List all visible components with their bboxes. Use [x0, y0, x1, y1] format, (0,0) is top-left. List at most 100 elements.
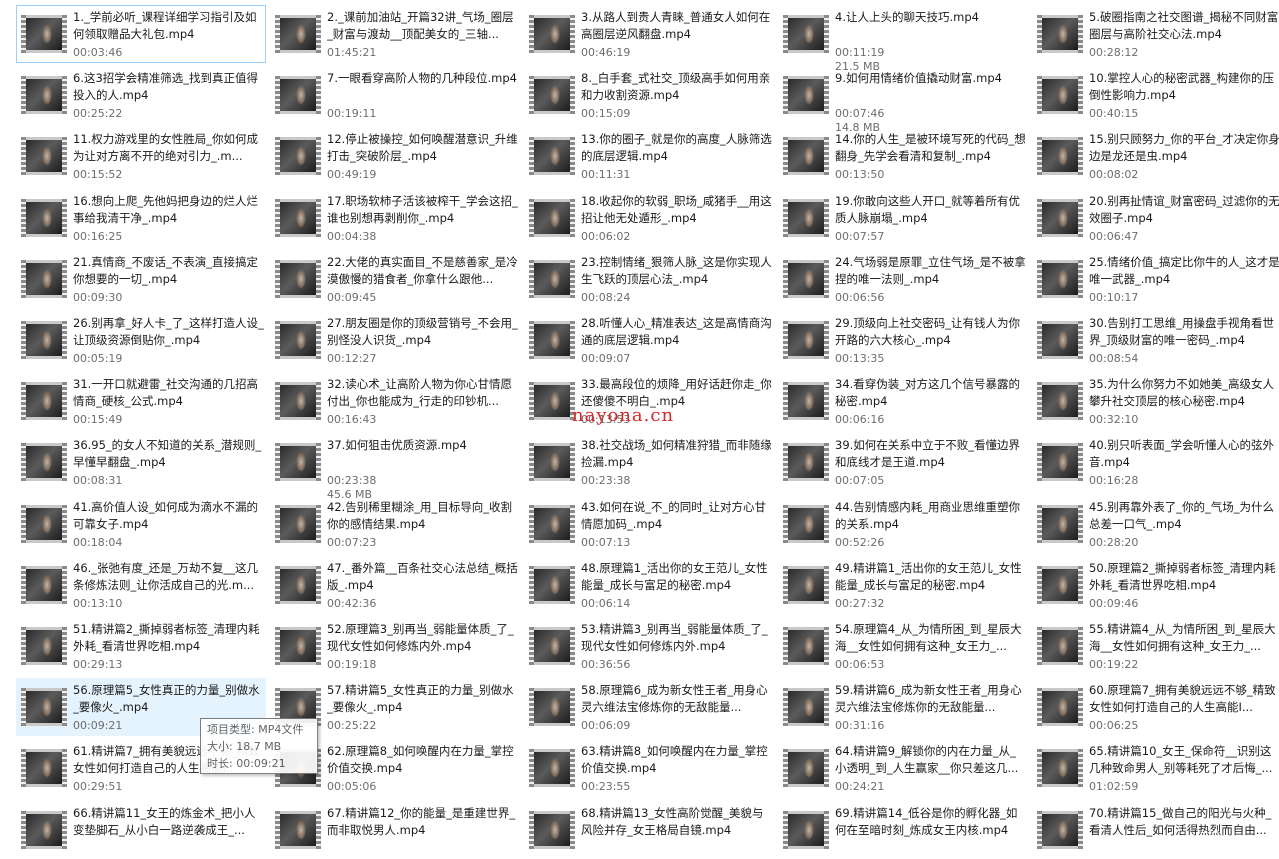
file-item[interactable]: 21.真情商_不废话_不表演_直接搞定你想要的一切_.mp4 00:09:30 — [16, 250, 266, 308]
file-duration: 00:52:26 — [835, 536, 885, 549]
file-duration: 00:08:24 — [581, 291, 631, 304]
video-thumbnail-icon — [783, 382, 829, 420]
file-name: 7.一眼看穿高阶人物的几种段位.mp4 — [327, 71, 517, 85]
file-name: 60.原理篇7_拥有美貌远远不够_精致女性如何打造自己的人生高能I... — [1089, 683, 1276, 714]
file-item[interactable]: 27.朋友圈是你的顶级营销号_不会用_别怪没人识货_.mp4 00:12:27 — [270, 311, 520, 369]
file-item[interactable]: 39.如何在关系中立于不败_看懂边界和底线才是王道.mp4 00:07:05 — [778, 433, 1028, 491]
file-item[interactable]: 36.95_的女人不知道的关系_潜规则_早懂早翻盘_.mp4 00:08:31 — [16, 433, 266, 491]
file-item[interactable]: 44.告别情感内耗_用商业思维重塑你的关系.mp4 00:52:26 — [778, 495, 1028, 553]
file-item[interactable]: 20.别再扯情谊_财富密码_过滤你的无效圈子.mp4 00:06:47 — [1032, 189, 1279, 247]
file-item[interactable]: 66.精讲篇11_女王的炼金术_把小人变垫脚石_从小白一路逆袭成王_... — [16, 801, 266, 859]
file-item[interactable]: 46._张弛有度_还是_万劫不复__这几条修炼法则_让你活成自己的光.m... 0… — [16, 556, 266, 614]
file-item[interactable]: 22.大佬的真实面目_不是慈善家_是冷漠傲慢的猎食者_你拿什么跟他... 00:0… — [270, 250, 520, 308]
video-thumbnail-icon — [21, 505, 67, 543]
file-item[interactable]: 7.一眼看穿高阶人物的几种段位.mp4 00:19:11 — [270, 66, 520, 124]
file-item[interactable]: 45.别再靠外表了_你的_气场_为什么总差一口气_.mp4 00:28:20 — [1032, 495, 1279, 553]
video-thumbnail-icon — [21, 382, 67, 420]
file-duration: 00:27:32 — [835, 597, 885, 610]
file-item[interactable]: 63.精讲篇8_如何唤醒内在力量_掌控价值交换.mp4 00:23:55 — [524, 739, 774, 797]
file-item[interactable]: 11.权力游戏里的女性胜局_你如何成为让对方离不开的绝对引力_.m... 00:1… — [16, 127, 266, 185]
file-item[interactable]: 69.精讲篇14_低谷是你的孵化器_如何在至暗时刻_炼成女王内核.mp4 — [778, 801, 1028, 859]
file-name: 58.原理篇6_成为新女性王者_用身心灵六维法宝修炼你的无敌能量... — [581, 683, 768, 714]
video-thumbnail-icon — [529, 15, 575, 53]
file-item[interactable]: 58.原理篇6_成为新女性王者_用身心灵六维法宝修炼你的无敌能量... 00:06… — [524, 678, 774, 736]
file-item[interactable]: 4.让人上头的聊天技巧.mp4 00:11:19 21.5 MB — [778, 5, 1028, 73]
file-item[interactable]: 52.原理篇3_别再当_弱能量体质_了_现代女性如何修炼内外.mp4 00:19:… — [270, 617, 520, 675]
file-item[interactable]: 55.精讲篇4_从_为情所困_到_星辰大海__女性如何拥有这种_女王力_... 0… — [1032, 617, 1279, 675]
file-item[interactable]: 9.如何用情绪价值撬动财富.mp4 00:07:46 14.8 MB — [778, 66, 1028, 134]
file-duration: 00:36:56 — [581, 658, 631, 671]
video-thumbnail-icon — [275, 811, 321, 849]
file-name: 26.别再拿_好人卡_了_这样打造人设_让顶级资源倒贴你_.mp4 — [73, 316, 264, 347]
file-item[interactable]: 18.收起你的软弱_职场_咸猪手__用这招让他无处遁形_.mp4 00:06:02 — [524, 189, 774, 247]
video-thumbnail-icon — [529, 443, 575, 481]
file-item[interactable]: 24.气场弱是原罪_立住气场_是不被拿捏的唯一法则_.mp4 00:06:56 — [778, 250, 1028, 308]
file-item[interactable]: 42.告别稀里糊涂_用_目标导向_收割你的感情结果.mp4 00:07:23 — [270, 495, 520, 553]
file-item[interactable]: 5.破圈指南之社交图谱_揭秘不同财富圈层与高阶社交心法.mp4 00:28:12 — [1032, 5, 1279, 63]
file-item[interactable]: 54.原理篇4_从_为情所困_到_星辰大海__女性如何拥有这种_女王力_... 0… — [778, 617, 1028, 675]
file-name: 47._番外篇__百条社交心法总结_概括版_.mp4 — [327, 561, 518, 592]
file-duration: 00:07:13 — [581, 536, 631, 549]
file-item[interactable]: 23.控制情绪_狠筛人脉_这是你实现人生飞跃的顶层心法_.mp4 00:08:24 — [524, 250, 774, 308]
file-item[interactable]: 16.想向上爬_先他妈把身边的烂人烂事给我清干净_.mp4 00:16:25 — [16, 189, 266, 247]
file-item[interactable]: 12.停止被操控_如何唤醒潜意识_升维打击_突破阶层_.mp4 00:49:19 — [270, 127, 520, 185]
file-item[interactable]: 67.精讲篇12_你的能量_是重建世界_而非取悦男人.mp4 — [270, 801, 520, 859]
file-item[interactable]: 34.看穿伪装_对方这几个信号暴露的秘密.mp4 00:06:16 — [778, 372, 1028, 430]
file-item[interactable]: 60.原理篇7_拥有美貌远远不够_精致女性如何打造自己的人生高能I... 00:0… — [1032, 678, 1279, 736]
file-item[interactable]: 19.你敢向这些人开口_就等着所有优质人脉崩塌_.mp4 00:07:57 — [778, 189, 1028, 247]
file-item[interactable]: 35.为什么你努力不如她美_高级女人攀升社交顶层的核心秘密.mp4 00:32:1… — [1032, 372, 1279, 430]
file-name: 49.精讲篇1_活出你的女王范儿_女性能量_成长与富足的秘密.mp4 — [835, 561, 1022, 592]
file-name: 16.想向上爬_先他妈把身边的烂人烂事给我清干净_.mp4 — [73, 194, 259, 225]
file-item[interactable]: 49.精讲篇1_活出你的女王范儿_女性能量_成长与富足的秘密.mp4 00:27:… — [778, 556, 1028, 614]
file-item[interactable]: 28.听懂人心_精准表达_这是高情商沟通的底层逻辑.mp4 00:09:07 — [524, 311, 774, 369]
file-item[interactable]: 40.别只听表面_学会听懂人心的弦外音.mp4 00:16:28 — [1032, 433, 1279, 491]
file-item[interactable]: 6.这3招学会精准筛选_找到真正值得投入的人.mp4 00:25:22 — [16, 66, 266, 124]
file-item[interactable]: 32.读心术_让高阶人物为你心甘情愿付出_你也能成为_行走的印钞机... 00:1… — [270, 372, 520, 430]
file-item[interactable]: 1._学前必听_课程详细学习指引及如何领取赠品大礼包.mp4 00:03:46 — [16, 5, 266, 63]
file-name: 43.如何在说_不_的同时_让对方心甘情愿加码_.mp4 — [581, 500, 767, 531]
file-item[interactable]: 70.精讲篇15_做自己的阳光与火种_看清人性后_如何活得热烈而自由... — [1032, 801, 1279, 859]
file-duration: 00:03:46 — [73, 46, 123, 59]
video-thumbnail-icon — [529, 137, 575, 175]
file-duration: 00:06:09 — [581, 719, 631, 732]
file-item[interactable]: 65.精讲篇10_女王_保命符__识别这几种致命男人_别等耗死了才后悔_... 0… — [1032, 739, 1279, 797]
video-thumbnail-icon — [21, 688, 67, 726]
file-item[interactable]: 41.高价值人设_如何成为滴水不漏的可靠女子.mp4 00:18:04 — [16, 495, 266, 553]
file-item[interactable]: 37.如何狙击优质资源.mp4 00:23:38 45.6 MB — [270, 433, 520, 501]
file-item[interactable]: 64.精讲篇9_解锁你的内在力量_从_小透明_到_人生赢家__你只差这几... 0… — [778, 739, 1028, 797]
file-item[interactable]: 30.告别打工思维_用操盘手视角看世界_顶级财富的唯一密码_.mp4 00:08:… — [1032, 311, 1279, 369]
file-item[interactable]: 10.掌控人心的秘密武器_构建你的压倒性影响力.mp4 00:40:15 — [1032, 66, 1279, 124]
file-item[interactable]: 26.别再拿_好人卡_了_这样打造人设_让顶级资源倒贴你_.mp4 00:05:1… — [16, 311, 266, 369]
file-name: 3.从路人到贵人青睐_普通女人如何在高圈层逆风翻盘.mp4 — [581, 10, 771, 41]
file-item[interactable]: 3.从路人到贵人青睐_普通女人如何在高圈层逆风翻盘.mp4 00:46:19 — [524, 5, 774, 63]
file-item[interactable]: 47._番外篇__百条社交心法总结_概括版_.mp4 00:42:36 — [270, 556, 520, 614]
file-item[interactable]: 25.情绪价值_搞定比你牛的人_这才是唯一武器_.mp4 00:10:17 — [1032, 250, 1279, 308]
file-duration: 00:05:06 — [327, 780, 377, 793]
file-item[interactable]: 15.别只顾努力_你的平台_才决定你身边是龙还是虫.mp4 00:08:02 — [1032, 127, 1279, 185]
file-name: 45.别再靠外表了_你的_气场_为什么总差一口气_.mp4 — [1089, 500, 1275, 531]
file-item[interactable]: 17.职场软柿子活该被榨干_学会这招_谁也别想再剥削你_.mp4 00:04:38 — [270, 189, 520, 247]
file-item[interactable]: 13.你的圈子_就是你的高度_人脉筛选的底层逻辑.mp4 00:11:31 — [524, 127, 774, 185]
file-duration: 00:09:45 — [327, 291, 377, 304]
file-item[interactable]: 53.精讲篇3_别再当_弱能量体质_了_现代女性如何修炼内外.mp4 00:36:… — [524, 617, 774, 675]
file-item[interactable]: 14.你的人生_是被环境写死的代码_想翻身_先学会看清和复制_.mp4 00:13… — [778, 127, 1028, 185]
file-duration: 00:19:18 — [327, 658, 377, 671]
file-item[interactable]: 2._课前加油站_开篇32讲_气场_圈层_财富与渡劫__顶配美女的_三轴... 0… — [270, 5, 520, 63]
file-item[interactable]: 48.原理篇1_活出你的女王范儿_女性能量_成长与富足的秘密.mp4 00:06:… — [524, 556, 774, 614]
file-duration: 00:23:38 — [327, 474, 377, 487]
video-thumbnail-icon — [1037, 321, 1083, 359]
file-item[interactable]: 59.精讲篇6_成为新女性王者_用身心灵六维法宝修炼你的无敌能量... 00:31… — [778, 678, 1028, 736]
file-item[interactable]: 50.原理篇2_撕掉弱者标签_清理内耗外耗_看清世界吃相.mp4 00:09:46 — [1032, 556, 1279, 614]
file-item[interactable]: 29.顶级向上社交密码_让有钱人为你开路的六大核心_.mp4 00:13:35 — [778, 311, 1028, 369]
file-item[interactable]: 68.精讲篇13_女性高阶觉醒_美貌与风险并存_女王格局自镜.mp4 — [524, 801, 774, 859]
file-item[interactable]: 31.一开口就避雷_社交沟通的几招高情商_硬核_公式.mp4 00:15:49 — [16, 372, 266, 430]
file-name: 20.别再扯情谊_财富密码_过滤你的无效圈子.mp4 — [1089, 194, 1279, 225]
video-thumbnail-icon — [21, 749, 67, 787]
file-item[interactable]: 51.精讲篇2_撕掉弱者标签_清理内耗外耗_看清世界吃相.mp4 00:29:13 — [16, 617, 266, 675]
file-name: 18.收起你的软弱_职场_咸猪手__用这招让他无处遁形_.mp4 — [581, 194, 772, 225]
file-duration: 00:06:02 — [581, 230, 631, 243]
video-thumbnail-icon — [275, 627, 321, 665]
file-item[interactable]: 43.如何在说_不_的同时_让对方心甘情愿加码_.mp4 00:07:13 — [524, 495, 774, 553]
file-item[interactable]: 8._白手套_式社交_顶级高手如何用亲和力收割资源.mp4 00:15:09 — [524, 66, 774, 124]
file-item[interactable]: 38.社交战场_如何精准狩猎_而非随缘捡漏.mp4 00:23:38 — [524, 433, 774, 491]
